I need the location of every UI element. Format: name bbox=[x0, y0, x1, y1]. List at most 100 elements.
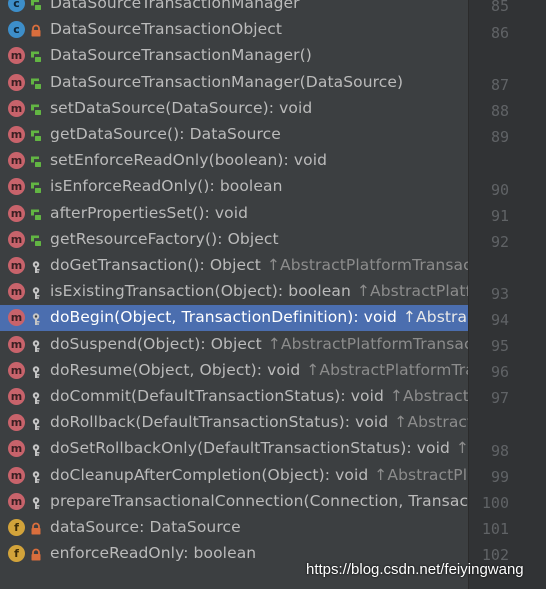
class-icon: c bbox=[8, 21, 25, 39]
structure-item[interactable]: m DataSourceTransactionManager() bbox=[0, 43, 468, 69]
public-visibility-icon bbox=[29, 102, 43, 116]
public-visibility-icon bbox=[29, 233, 43, 247]
member-signature: DataSourceTransactionManager(DataSource) bbox=[50, 72, 404, 91]
member-signature: doCleanupAfterCompletion(Object): void bbox=[50, 465, 369, 484]
method-icon: m bbox=[8, 335, 25, 353]
field-icon: f bbox=[8, 519, 25, 536]
member-signature: enforceReadOnly: boolean bbox=[50, 544, 257, 563]
line-number: 87 bbox=[490, 76, 509, 94]
watermark: https://blog.csdn.net/feiyingwang bbox=[306, 561, 524, 578]
line-number: 92 bbox=[490, 233, 509, 251]
public-visibility-icon bbox=[29, 180, 43, 194]
structure-item[interactable]: m doCleanupAfterCompletion(Object): void ↑… bbox=[0, 463, 468, 489]
structure-item[interactable]: m doGetTransaction(): Object ↑AbstractPlat… bbox=[0, 253, 468, 279]
structure-item[interactable]: m doSuspend(Object): Object ↑AbstractPlatf… bbox=[0, 332, 468, 358]
line-number: 85 bbox=[490, 0, 509, 15]
private-visibility-icon bbox=[29, 23, 43, 37]
public-visibility-icon bbox=[29, 49, 43, 63]
member-signature: doBegin(Object, TransactionDefinition): … bbox=[50, 308, 397, 327]
structure-item[interactable]: f dataSource: DataSource bbox=[0, 515, 468, 541]
method-icon: m bbox=[8, 73, 25, 91]
editor-gutter: 85 86 87 88 89 90 91 92 93 94 95 96 97 98 99 100 101 102 bbox=[468, 0, 546, 589]
line-number: 99 bbox=[490, 468, 509, 486]
line-number: 90 bbox=[490, 181, 509, 199]
structure-item[interactable]: m prepareTransactionalConnection(Connecti… bbox=[0, 489, 468, 515]
structure-item[interactable]: m getResourceFactory(): Object bbox=[0, 227, 468, 253]
method-icon: m bbox=[8, 47, 25, 65]
line-number: 89 bbox=[490, 128, 509, 146]
structure-item[interactable]: m setDataSource(DataSource): void bbox=[0, 96, 468, 122]
structure-item[interactable]: m afterPropertiesSet(): void bbox=[0, 201, 468, 227]
member-signature: getResourceFactory(): Object bbox=[50, 229, 279, 248]
method-icon: m bbox=[8, 257, 25, 274]
protected-visibility-icon bbox=[29, 442, 43, 457]
method-icon: m bbox=[8, 414, 25, 432]
field-icon: f bbox=[8, 545, 25, 563]
structure-item[interactable]: c DataSourceTransactionManager bbox=[0, 0, 468, 17]
line-number: 98 bbox=[490, 442, 509, 460]
protected-visibility-icon bbox=[29, 311, 43, 326]
class-icon: c bbox=[8, 0, 25, 12]
public-visibility-icon bbox=[29, 128, 43, 142]
member-signature: doSetRollbackOnly(DefaultTransactionStat… bbox=[50, 439, 450, 458]
inherited-from-label: ↑AbstractPl bbox=[394, 413, 468, 432]
structure-item[interactable]: m doBegin(Object, TransactionDefinition):… bbox=[0, 305, 468, 332]
protected-visibility-icon bbox=[29, 469, 43, 483]
method-icon: m bbox=[8, 204, 25, 222]
structure-item[interactable]: m doSetRollbackOnly(DefaultTransactionSta… bbox=[0, 436, 468, 462]
structure-item[interactable]: m setEnforceReadOnly(boolean): void bbox=[0, 148, 468, 174]
member-signature: getDataSource(): DataSource bbox=[50, 125, 281, 143]
line-number: 95 bbox=[490, 337, 509, 355]
structure-item[interactable]: m doResume(Object, Object): void ↑Abstract… bbox=[0, 358, 468, 384]
inherited-from-label: ↑AbstractPlatformTransactio bbox=[266, 256, 468, 274]
member-signature: DataSourceTransactionManager() bbox=[50, 46, 312, 65]
method-icon: m bbox=[8, 178, 25, 196]
line-number: 93 bbox=[490, 285, 509, 303]
inherited-from-label: ↑AbstractPlatformTransactio bbox=[267, 334, 468, 353]
member-signature: setDataSource(DataSource): void bbox=[50, 98, 313, 117]
line-number: 101 bbox=[481, 520, 509, 538]
method-icon: m bbox=[8, 361, 25, 379]
line-number: 94 bbox=[490, 311, 509, 329]
protected-visibility-icon bbox=[29, 416, 43, 431]
structure-item[interactable]: c DataSourceTransactionObject bbox=[0, 17, 468, 43]
method-icon: m bbox=[8, 152, 25, 170]
line-number: 97 bbox=[490, 389, 509, 407]
member-signature: isExistingTransaction(Object): boolean bbox=[50, 282, 351, 301]
member-signature: afterPropertiesSet(): void bbox=[50, 203, 249, 222]
member-signature: isEnforceReadOnly(): boolean bbox=[50, 177, 283, 196]
method-icon: m bbox=[8, 388, 25, 405]
structure-item[interactable]: m isExistingTransaction(Object): boolean ↑… bbox=[0, 279, 468, 305]
member-signature: DataSourceTransactionManager bbox=[50, 0, 300, 12]
method-icon: m bbox=[8, 492, 25, 510]
private-visibility-icon bbox=[29, 547, 43, 561]
structure-item[interactable]: m isEnforceReadOnly(): boolean bbox=[0, 174, 468, 200]
member-signature: doGetTransaction(): Object bbox=[50, 256, 261, 274]
method-icon: m bbox=[8, 230, 25, 248]
structure-item[interactable]: m DataSourceTransactionManager(DataSource… bbox=[0, 70, 468, 96]
line-number: 96 bbox=[490, 363, 509, 381]
member-signature: doRollback(DefaultTransactionStatus): vo… bbox=[50, 413, 389, 432]
method-icon: m bbox=[8, 309, 25, 327]
member-signature: doCommit(DefaultTransactionStatus): void bbox=[50, 387, 384, 405]
line-number: 100 bbox=[481, 494, 509, 512]
public-visibility-icon bbox=[29, 154, 43, 168]
structure-item[interactable]: m doRollback(DefaultTransactionStatus): v… bbox=[0, 410, 468, 436]
method-icon: m bbox=[8, 440, 25, 458]
protected-visibility-icon bbox=[29, 285, 43, 300]
public-visibility-icon bbox=[29, 76, 43, 90]
protected-visibility-icon bbox=[29, 259, 43, 273]
structure-popup: c DataSourceTransactionManager c DataSource… bbox=[0, 0, 468, 589]
private-visibility-icon bbox=[29, 521, 43, 535]
protected-visibility-icon bbox=[29, 338, 43, 352]
line-number: 91 bbox=[490, 207, 509, 225]
member-signature: doSuspend(Object): Object bbox=[50, 334, 262, 353]
structure-item[interactable]: m doCommit(DefaultTransactionStatus): voi… bbox=[0, 384, 468, 410]
structure-item[interactable]: m getDataSource(): DataSource bbox=[0, 122, 468, 148]
member-signature: prepareTransactionalConnection(Connectio… bbox=[50, 491, 468, 510]
member-signature: dataSource: DataSource bbox=[50, 518, 241, 536]
member-signature: setEnforceReadOnly(boolean): void bbox=[50, 151, 328, 170]
method-icon: m bbox=[8, 466, 25, 484]
member-signature: doResume(Object, Object): void bbox=[50, 360, 301, 379]
public-visibility-icon bbox=[29, 0, 43, 11]
